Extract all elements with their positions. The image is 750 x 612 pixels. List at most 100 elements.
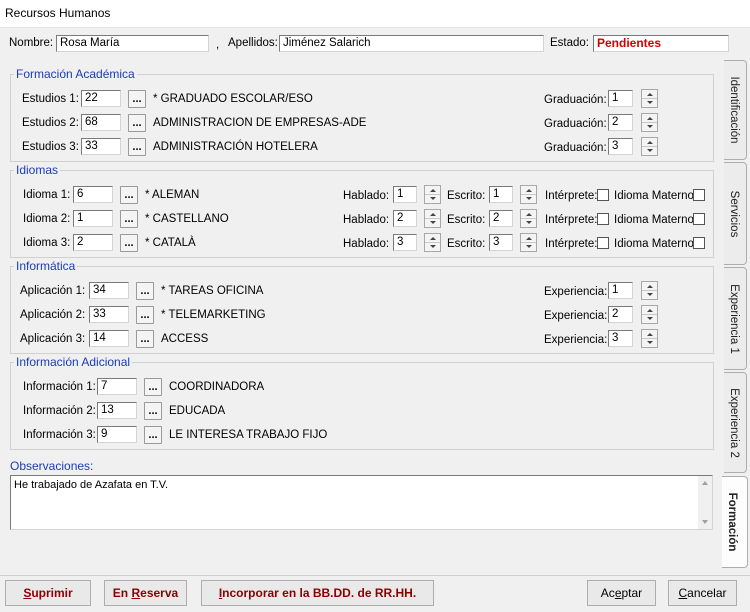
hablado-3-spinner[interactable] — [424, 233, 441, 252]
aplicacion-2-lookup-button[interactable]: ... — [136, 306, 154, 324]
spinner-up-icon[interactable] — [642, 90, 657, 99]
idioma-2-code[interactable]: 1 — [73, 210, 113, 227]
spinner-down-icon[interactable] — [425, 243, 440, 252]
experiencia-3-spinner[interactable] — [641, 329, 658, 348]
estudios-3-lookup-button[interactable]: ... — [128, 138, 146, 156]
spinner-down-icon[interactable] — [642, 147, 657, 156]
tab-formacion[interactable]: Formación — [722, 476, 748, 568]
informacion-3-desc: LE INTERESA TRABAJO FIJO — [169, 429, 328, 441]
spinner-down-icon[interactable] — [642, 291, 657, 300]
spinner-up-icon[interactable] — [521, 210, 536, 219]
experiencia-1-field[interactable]: 1 — [608, 282, 633, 299]
aplicacion-3-lookup-button[interactable]: ... — [136, 330, 154, 348]
graduacion-3-field[interactable]: 3 — [608, 138, 633, 155]
apellidos-field[interactable]: Jiménez Salarich — [279, 35, 544, 52]
informacion-2-lookup-button[interactable]: ... — [144, 402, 162, 420]
tab-identificacion[interactable]: Identificación — [724, 60, 747, 160]
observaciones-scrollbar[interactable] — [698, 476, 712, 529]
idioma-1-code[interactable]: 6 — [73, 186, 113, 203]
aplicacion-2-code[interactable]: 33 — [89, 306, 129, 323]
estudios-2-lookup-button[interactable]: ... — [128, 114, 146, 132]
tab-experiencia-2[interactable]: Experiencia 2 — [724, 372, 747, 473]
informacion-adicional-title: Información Adicional — [14, 355, 133, 369]
experiencia-1-spinner[interactable] — [641, 281, 658, 300]
spinner-up-icon[interactable] — [425, 234, 440, 243]
graduacion-2-spinner[interactable] — [641, 113, 658, 132]
hablado-3-field[interactable]: 3 — [393, 234, 417, 251]
interprete-1-checkbox[interactable] — [597, 189, 609, 201]
aplicacion-3-code[interactable]: 14 — [89, 330, 129, 347]
spinner-down-icon[interactable] — [642, 315, 657, 324]
graduacion-2-field[interactable]: 2 — [608, 114, 633, 131]
aplicacion-1-code[interactable]: 34 — [89, 282, 129, 299]
tab-servicios[interactable]: Servicios — [724, 162, 747, 265]
spinner-down-icon[interactable] — [642, 99, 657, 108]
spinner-down-icon[interactable] — [425, 219, 440, 228]
materno-3-checkbox[interactable] — [693, 237, 705, 249]
graduacion-1-field[interactable]: 1 — [608, 90, 633, 107]
spinner-up-icon[interactable] — [642, 114, 657, 123]
suprimir-button[interactable]: Suprimir — [5, 580, 91, 606]
aplicacion-1-lookup-button[interactable]: ... — [136, 282, 154, 300]
aplicacion-3-label: Aplicación 3: — [20, 333, 86, 345]
spinner-up-icon[interactable] — [642, 138, 657, 147]
interprete-2-checkbox[interactable] — [597, 213, 609, 225]
cancelar-button[interactable]: Cancelar — [668, 580, 737, 606]
materno-2-checkbox[interactable] — [693, 213, 705, 225]
idioma-2-desc: * CASTELLANO — [145, 213, 229, 225]
informacion-3-code[interactable]: 9 — [97, 426, 137, 443]
idioma-3-lookup-button[interactable]: ... — [120, 234, 138, 252]
informacion-1-lookup-button[interactable]: ... — [144, 378, 162, 396]
hablado-2-field[interactable]: 2 — [393, 210, 417, 227]
en-reserva-button[interactable]: En Reserva — [104, 580, 187, 606]
spinner-up-icon[interactable] — [425, 210, 440, 219]
informacion-3-lookup-button[interactable]: ... — [144, 426, 162, 444]
escrito-2-field[interactable]: 2 — [489, 210, 513, 227]
experiencia-3-field[interactable]: 3 — [608, 330, 633, 347]
idioma-3-code[interactable]: 2 — [73, 234, 113, 251]
spinner-down-icon[interactable] — [642, 339, 657, 348]
materno-1-checkbox[interactable] — [693, 189, 705, 201]
experiencia-2-field[interactable]: 2 — [608, 306, 633, 323]
spinner-down-icon[interactable] — [425, 195, 440, 204]
escrito-3-spinner[interactable] — [520, 233, 537, 252]
spinner-up-icon[interactable] — [521, 186, 536, 195]
observaciones-textarea[interactable]: He trabajado de Azafata en T.V. — [10, 475, 713, 530]
spinner-down-icon[interactable] — [521, 243, 536, 252]
informacion-1-code[interactable]: 7 — [97, 378, 137, 395]
spinner-up-icon[interactable] — [521, 234, 536, 243]
hablado-1-spinner[interactable] — [424, 185, 441, 204]
informacion-2-code[interactable]: 13 — [97, 402, 137, 419]
scroll-down-icon[interactable] — [702, 520, 708, 524]
graduacion-3-spinner[interactable] — [641, 137, 658, 156]
escrito-2-spinner[interactable] — [520, 209, 537, 228]
experiencia-2-spinner[interactable] — [641, 305, 658, 324]
hablado-2-spinner[interactable] — [424, 209, 441, 228]
interprete-3-checkbox[interactable] — [597, 237, 609, 249]
scroll-up-icon[interactable] — [702, 481, 708, 485]
escrito-1-spinner[interactable] — [520, 185, 537, 204]
estudios-1-code[interactable]: 22 — [81, 90, 121, 107]
tab-experiencia-1[interactable]: Experiencia 1 — [724, 267, 747, 370]
aceptar-button[interactable]: Aceptar — [587, 580, 656, 606]
idioma-2-lookup-button[interactable]: ... — [120, 210, 138, 228]
hablado-1-field[interactable]: 1 — [393, 186, 417, 203]
estudios-2-code[interactable]: 68 — [81, 114, 121, 131]
spinner-down-icon[interactable] — [521, 195, 536, 204]
nombre-field[interactable]: Rosa María — [56, 35, 209, 52]
spinner-up-icon[interactable] — [642, 282, 657, 291]
escrito-3-field[interactable]: 3 — [489, 234, 513, 251]
spinner-down-icon[interactable] — [521, 219, 536, 228]
escrito-3-label: Escrito: — [447, 238, 486, 250]
spinner-up-icon[interactable] — [642, 306, 657, 315]
idioma-1-lookup-button[interactable]: ... — [120, 186, 138, 204]
escrito-1-field[interactable]: 1 — [489, 186, 513, 203]
incorporar-button[interactable]: Incorporar en la BB.DD. de RR.HH. — [201, 580, 434, 606]
informacion-1-desc: COORDINADORA — [169, 381, 265, 393]
graduacion-1-spinner[interactable] — [641, 89, 658, 108]
spinner-up-icon[interactable] — [425, 186, 440, 195]
spinner-down-icon[interactable] — [642, 123, 657, 132]
estudios-1-lookup-button[interactable]: ... — [128, 90, 146, 108]
estudios-3-code[interactable]: 33 — [81, 138, 121, 155]
spinner-up-icon[interactable] — [642, 330, 657, 339]
